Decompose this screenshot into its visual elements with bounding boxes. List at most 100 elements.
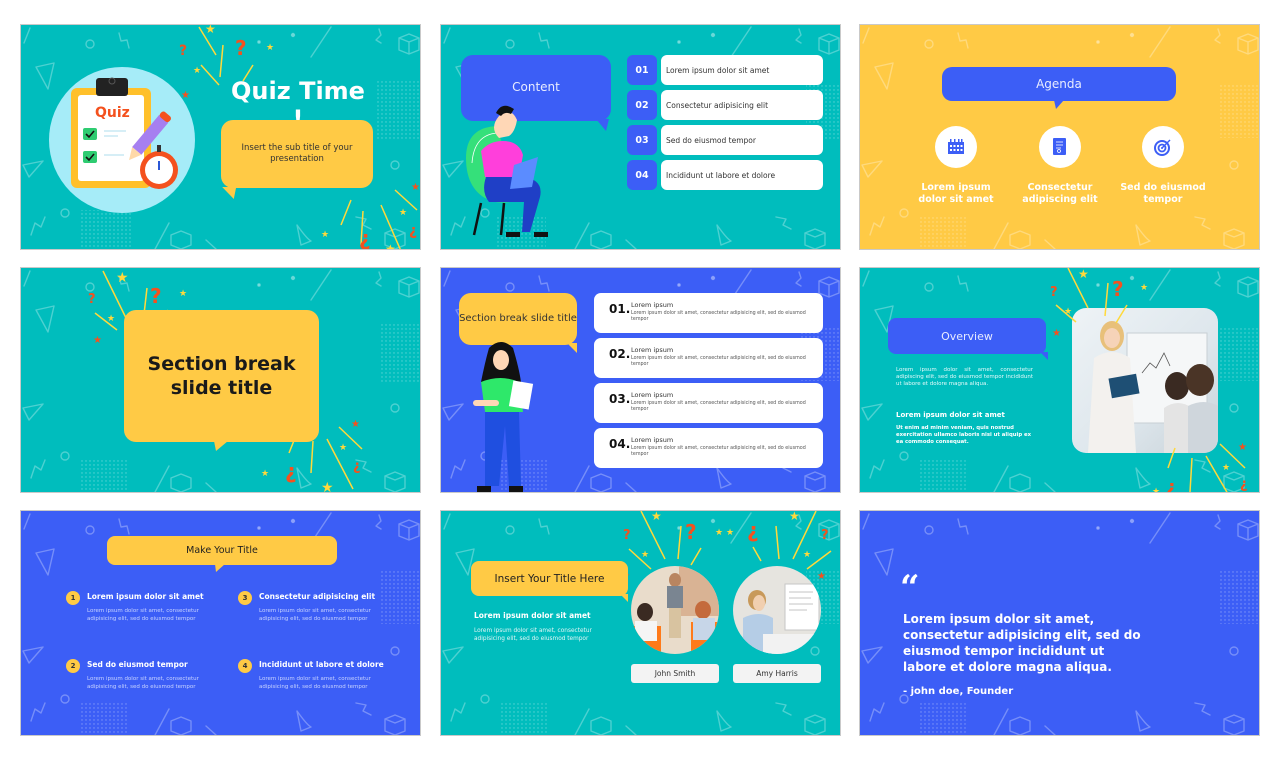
svg-text:?: ? [150, 284, 162, 308]
content-item[interactable]: Lorem ipsum dolor sit amet [661, 55, 823, 85]
make-title-bubble: Make Your Title [107, 536, 337, 572]
section-list-card[interactable]: 03. Lorem ipsum Lorem ipsum dolor sit am… [594, 383, 823, 423]
svg-text:★: ★ [181, 90, 190, 101]
svg-text:★: ★ [205, 25, 216, 36]
item-body: Lorem ipsum dolor sit amet, consectetur … [259, 676, 371, 690]
card-heading: Lorem ipsum [631, 436, 674, 444]
svg-text:?: ? [235, 36, 247, 60]
slide-thumbnail-8-team[interactable]: ? ? ¿ ? ★ ★ ★ ★ ★ ★ ★ ★ Insert Your Titl… [440, 510, 841, 736]
card-body: Lorem ipsum dolor sit amet, consectetur … [631, 446, 806, 457]
svg-text:?: ? [685, 520, 697, 544]
svg-text:¿: ¿ [285, 459, 297, 483]
card-number: 02. [609, 347, 631, 361]
quote-text: Lorem ipsum dolor sit amet, consectetur … [903, 612, 1141, 674]
agenda-icon-circle [935, 126, 977, 168]
member-photo-amy [733, 566, 821, 654]
section-list-card[interactable]: 01. Lorem ipsum Lorem ipsum dolor sit am… [594, 293, 823, 333]
svg-text:★: ★ [321, 480, 334, 493]
slide-thumbnail-5-section-list[interactable]: Section break slide title 01. Lorem ipsu… [440, 267, 841, 493]
content-item[interactable]: Sed do eiusmod tempor [661, 125, 823, 155]
svg-text:★: ★ [351, 419, 360, 430]
svg-text:¿: ¿ [409, 223, 417, 239]
target-icon [1154, 139, 1171, 156]
confetti-decoration: ? ? ★ ★ ★ ★ [1050, 268, 1148, 338]
team-title: Insert Your Title Here [494, 572, 605, 585]
svg-text:★: ★ [179, 289, 187, 299]
overview-subheading: Lorem ipsum dolor sit amet [896, 411, 1005, 419]
slide-thumbnail-4-section-break[interactable]: ? ? ★ ★ ★ ★ ¿ ¿ ★ ★ ★ ★ Section break sl… [20, 267, 421, 493]
number-badge: 1 [66, 591, 80, 605]
svg-text:★: ★ [641, 550, 649, 560]
item-number: 01 [627, 55, 657, 85]
card-body: Lorem ipsum dolor sit amet, consectetur … [631, 356, 806, 367]
card-number: 04. [609, 437, 631, 451]
subtitle-bubble: Insert the sub title of your presentatio… [221, 120, 373, 199]
member-photo-illustration [631, 566, 719, 654]
bubble-tail [596, 119, 609, 131]
svg-text:★: ★ [116, 270, 129, 286]
slide-thumbnail-1-quiz-time[interactable]: Quiz ? ? ★ ★ ★ ★ ¿ ¿ ★ ★ ★ ★ Quiz Time !… [20, 24, 421, 250]
svg-text:?: ? [623, 528, 631, 543]
content-item[interactable]: Incididunt ut labore et dolore [661, 160, 823, 190]
svg-text:★: ★ [1078, 268, 1089, 281]
overview-paragraph: Lorem ipsum dolor sit amet, consectetur … [896, 367, 1033, 387]
item-body: Lorem ipsum dolor sit amet, consectetur … [87, 608, 199, 622]
svg-text:?: ? [1050, 285, 1058, 300]
member-name-tag: John Smith [631, 664, 719, 683]
section-list-card[interactable]: 02. Lorem ipsum Lorem ipsum dolor sit am… [594, 338, 823, 378]
svg-text:★: ★ [1064, 307, 1072, 317]
document-icon [1053, 138, 1066, 155]
content-item[interactable]: Consectetur adipisicing elit [661, 90, 823, 120]
slide-thumbnail-6-overview[interactable]: Overview Lorem ipsum dolor sit amet, con… [859, 267, 1260, 493]
section-bubble: Section break slide title [459, 293, 577, 353]
svg-text:¿: ¿ [1240, 477, 1248, 492]
section-bubble-label: Section break slide title [459, 313, 577, 324]
item-heading: Consectetur adipisicing elit [259, 592, 376, 601]
team-title-bubble: Insert Your Title Here [471, 561, 628, 602]
svg-text:★: ★ [1152, 487, 1160, 493]
svg-text:¿: ¿ [747, 518, 759, 542]
slide-thumbnail-3-agenda[interactable]: Agenda Lorem ipsum dolor sit amet Consec… [859, 24, 1260, 250]
svg-text:★: ★ [385, 242, 396, 250]
svg-text:★: ★ [321, 230, 329, 240]
overview-subparagraph: Ut enim ad minim veniam, quis nostrud ex… [896, 425, 1032, 445]
card-number: 03. [609, 392, 631, 406]
card-heading: Lorem ipsum [631, 391, 674, 399]
slide-thumbnail-9-quote[interactable]: “ Lorem ipsum dolor sit amet, consectetu… [859, 510, 1260, 736]
agenda-title: Agenda [1036, 77, 1082, 91]
svg-text:?: ? [179, 43, 187, 59]
make-title-label: Make Your Title [186, 545, 258, 556]
member-name-tag: Amy Harris [733, 664, 821, 683]
calendar-icon [948, 139, 964, 154]
agenda-icon-circle [1039, 126, 1081, 168]
overview-bubble: Overview [888, 318, 1048, 360]
svg-text:★: ★ [803, 550, 811, 560]
item-heading: Incididunt ut labore et dolore [259, 660, 384, 669]
svg-text:¿: ¿ [353, 459, 361, 474]
svg-text:★: ★ [266, 43, 274, 53]
item-number: 02 [627, 90, 657, 120]
overview-title: Overview [941, 329, 993, 343]
card-number: 01. [609, 302, 631, 316]
item-body: Lorem ipsum dolor sit amet, consectetur … [259, 608, 371, 622]
card-body: Lorem ipsum dolor sit amet, consectetur … [631, 311, 806, 322]
card-body: Lorem ipsum dolor sit amet, consectetur … [631, 401, 806, 412]
bubble-tail [620, 594, 628, 602]
agenda-item-label: Consectetur adipiscing elit [1022, 182, 1098, 205]
bubble-tail [567, 343, 577, 353]
member-photo-illustration [733, 566, 821, 654]
bubble-tail [214, 441, 228, 451]
svg-text:★: ★ [1222, 463, 1230, 473]
section-list-card[interactable]: 04. Lorem ipsum Lorem ipsum dolor sit am… [594, 428, 823, 468]
quote-author: - john doe, Founder [903, 686, 1014, 697]
svg-text:★: ★ [789, 511, 800, 523]
number-badge: 4 [238, 659, 252, 673]
slide-thumbnail-7-make-your-title[interactable]: Make Your Title 1 Lorem ipsum dolor sit … [20, 510, 421, 736]
card-heading: Lorem ipsum [631, 301, 674, 309]
content-label: Content [512, 80, 560, 94]
bubble-tail [222, 187, 242, 199]
slide-thumbnail-2-content[interactable]: Content 01 Lorem ipsum dolor sit amet 02… [440, 24, 841, 250]
confetti-decoration: ¿ ¿ ★ ★ ★ [1152, 442, 1248, 493]
number-badge: 3 [238, 591, 252, 605]
woman-standing-illustration [473, 342, 534, 492]
